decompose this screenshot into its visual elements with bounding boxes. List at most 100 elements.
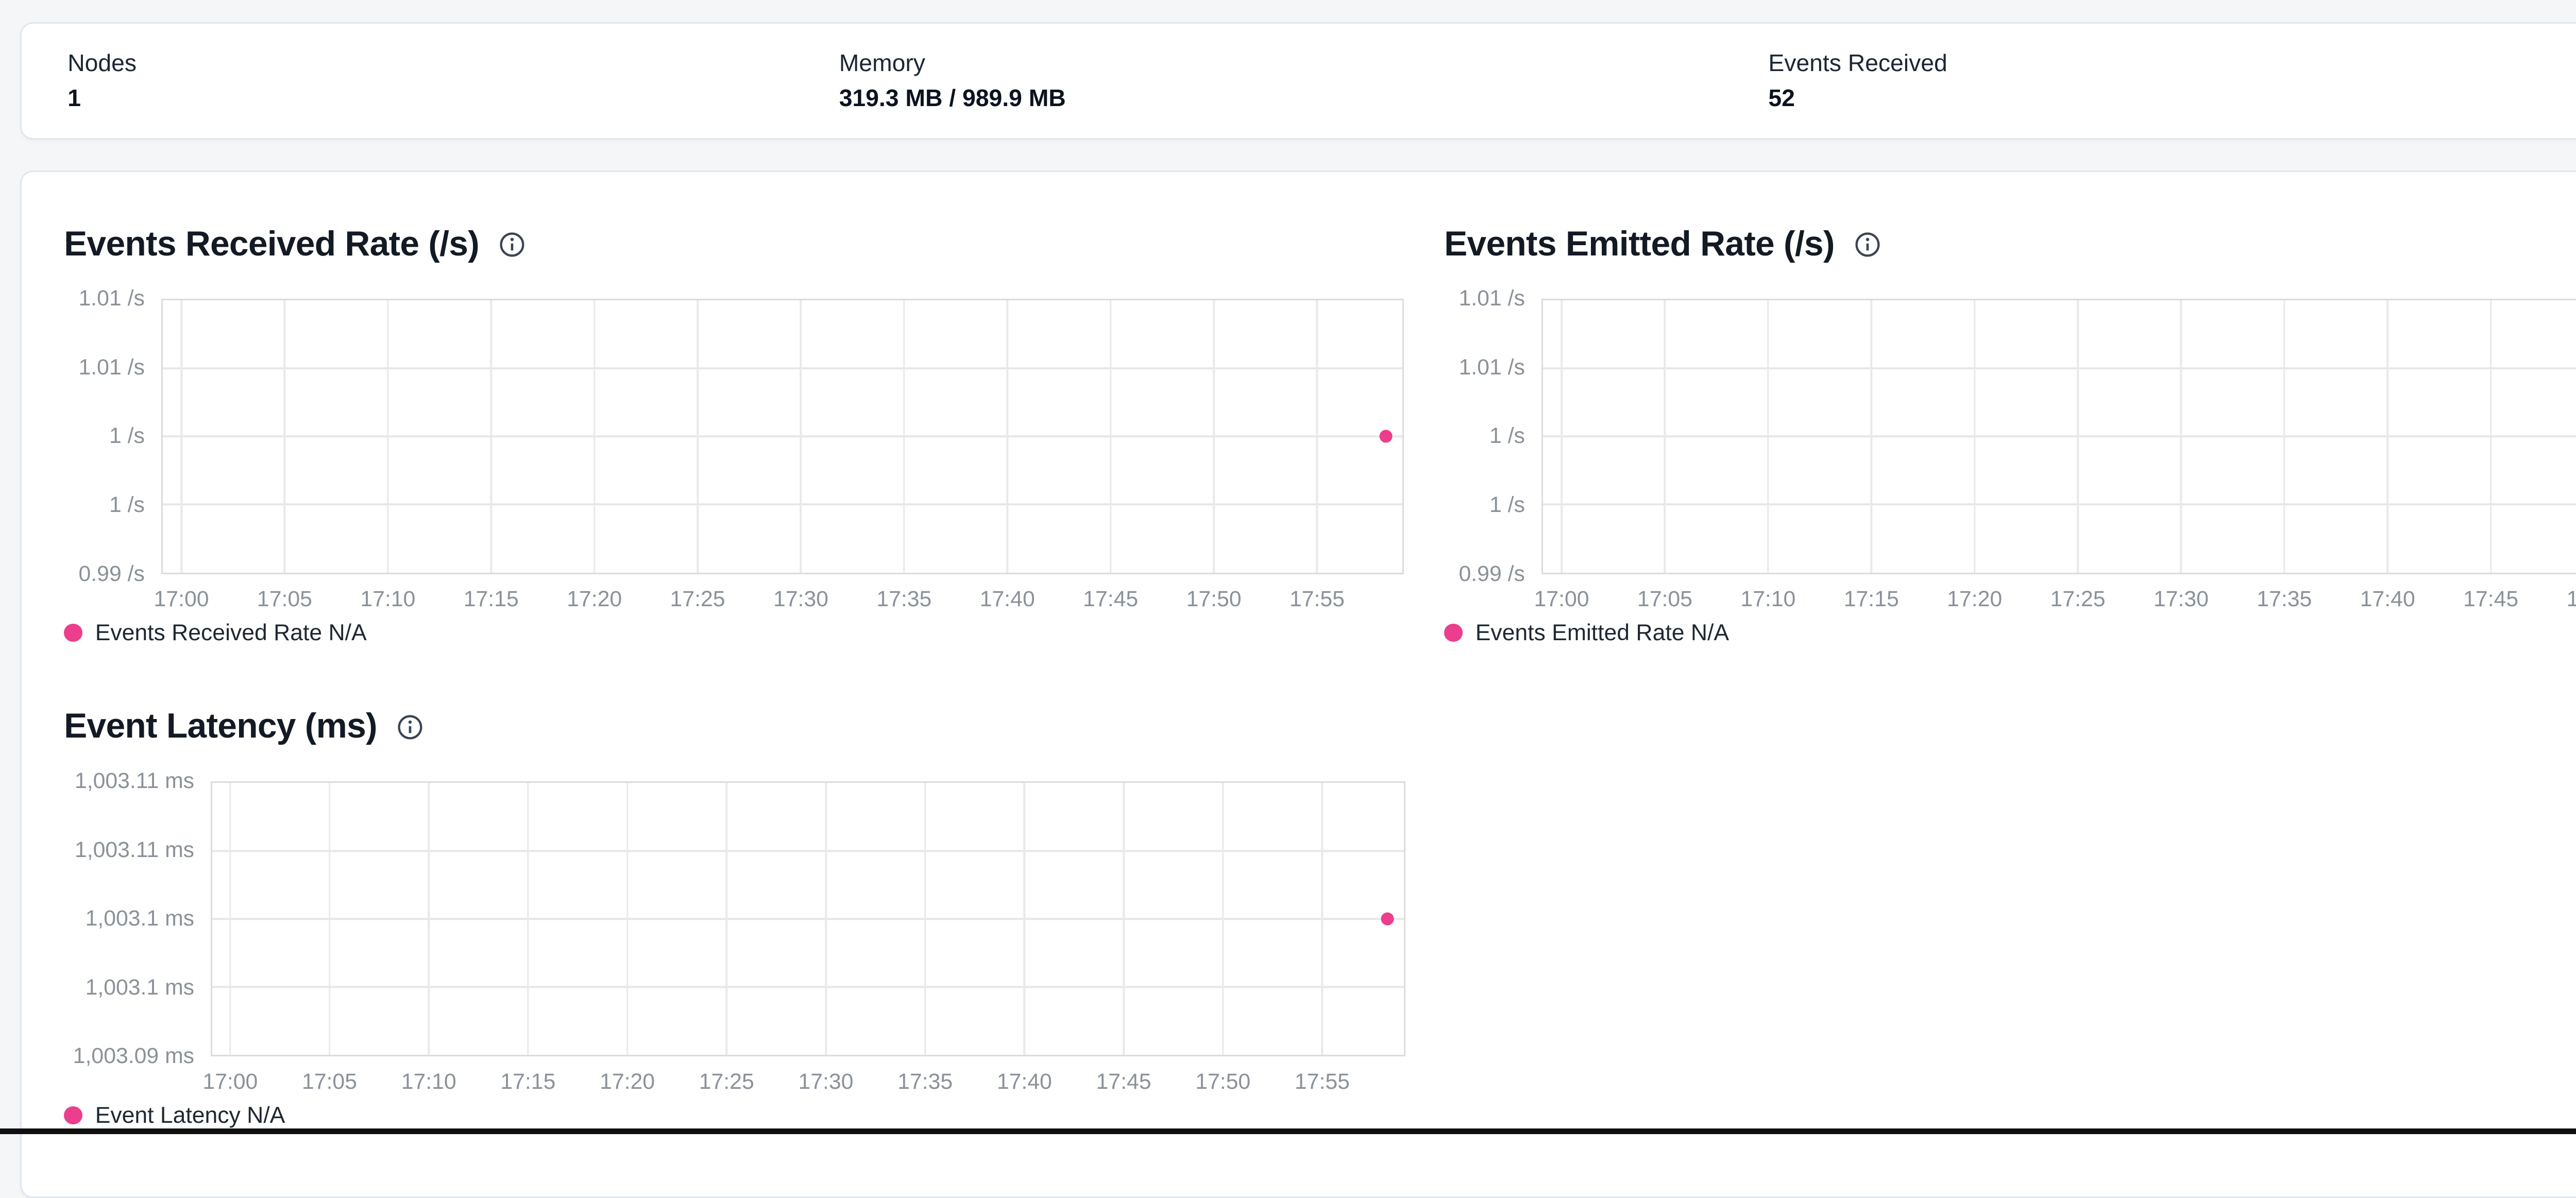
x-axis-tick-label: 17:30 xyxy=(798,1069,853,1095)
plot-grid[interactable]: 17:0017:0517:1017:1517:2017:2517:3017:35… xyxy=(211,781,1405,1056)
y-axis-tick-label: 1.01 /s xyxy=(1459,286,1525,312)
x-axis-tick-label: 17:15 xyxy=(500,1069,555,1095)
vertical-gridline xyxy=(329,783,331,1055)
stat-label: Nodes xyxy=(67,48,137,78)
horizontal-gridline xyxy=(1543,436,2576,438)
x-axis-tick-label: 17:25 xyxy=(2050,587,2106,612)
info-icon[interactable] xyxy=(397,714,423,740)
vertical-gridline xyxy=(428,783,430,1055)
stat-value: 52 xyxy=(1768,83,1947,113)
data-point[interactable] xyxy=(1380,430,1393,443)
y-axis-tick-label: 1 /s xyxy=(109,492,145,518)
x-axis-tick-label: 17:05 xyxy=(1637,587,1692,612)
x-axis-tick-label: 17:15 xyxy=(464,587,519,612)
vertical-gridline xyxy=(1870,300,1872,572)
vertical-gridline xyxy=(1767,300,1769,572)
stat-value: 1 xyxy=(67,83,137,113)
stat-events-received: Events Received 52 xyxy=(1768,48,1947,113)
plot-grid[interactable]: 17:0017:0517:1017:1517:2017:2517:3017:35… xyxy=(1541,299,2576,574)
vertical-gridline xyxy=(1664,300,1666,572)
chart-plot-area[interactable]: 1,003.11 ms1,003.11 ms1,003.1 ms1,003.1 … xyxy=(64,781,1444,1056)
vertical-gridline xyxy=(527,783,529,1055)
y-axis: 1,003.11 ms1,003.11 ms1,003.1 ms1,003.1 … xyxy=(64,781,194,1056)
stat-value: 319.3 MB / 989.9 MB xyxy=(839,83,1066,113)
vertical-gridline xyxy=(1213,300,1215,572)
x-axis-tick-label: 17:10 xyxy=(401,1069,456,1095)
x-axis-tick-label: 17:10 xyxy=(1740,587,1795,612)
y-axis-tick-label: 1,003.1 ms xyxy=(86,906,195,932)
charts-panel: Events Received Rate (/s) 1.01 /s1.01 /s… xyxy=(20,170,2576,1198)
horizontal-gridline xyxy=(163,367,1402,369)
vertical-gridline xyxy=(2490,300,2492,572)
info-icon[interactable] xyxy=(499,232,525,258)
horizontal-gridline xyxy=(163,504,1402,506)
x-axis-tick-label: 17:05 xyxy=(302,1069,357,1095)
y-axis-tick-label: 1.01 /s xyxy=(1459,355,1525,381)
y-axis-tick-label: 1 /s xyxy=(109,423,145,449)
x-axis-tick-label: 17:25 xyxy=(699,1069,754,1095)
stat-label: Memory xyxy=(839,48,1066,78)
vertical-gridline xyxy=(180,300,182,572)
chart-plot-area[interactable]: 1.01 /s1.01 /s1 /s1 /s0.99 /s 17:0017:05… xyxy=(64,299,1444,574)
chart-legend[interactable]: Events Received Rate N/A xyxy=(64,618,1444,647)
x-axis-tick-label: 17:20 xyxy=(567,587,622,612)
vertical-gridline xyxy=(1974,300,1976,572)
vertical-gridline xyxy=(2077,300,2079,572)
chart-events-emitted-rate: Events Emitted Rate (/s) 1.01 /s1.01 /s1… xyxy=(1444,222,2576,648)
vertical-gridline xyxy=(2386,300,2388,572)
y-axis-tick-label: 1.01 /s xyxy=(79,355,145,381)
legend-label: Event Latency N/A xyxy=(95,1102,285,1129)
x-axis-tick-label: 17:45 xyxy=(2463,587,2518,612)
vertical-gridline xyxy=(229,783,231,1055)
vertical-gridline xyxy=(800,300,802,572)
vertical-gridline xyxy=(2180,300,2182,572)
x-axis-tick-label: 17:30 xyxy=(773,587,828,612)
x-axis-tick-label: 17:55 xyxy=(1295,1069,1350,1095)
y-axis: 1.01 /s1.01 /s1 /s1 /s0.99 /s xyxy=(64,299,145,574)
x-axis-tick-label: 17:00 xyxy=(202,1069,258,1095)
x-axis-tick-label: 17:45 xyxy=(1096,1069,1151,1095)
chart-legend[interactable]: Events Emitted Rate N/A xyxy=(1444,618,2576,647)
vertical-gridline xyxy=(1123,783,1125,1055)
x-axis-tick-label: 17:10 xyxy=(360,587,415,612)
info-icon[interactable] xyxy=(1855,232,1880,258)
vertical-gridline xyxy=(2283,300,2285,572)
stat-memory: Memory 319.3 MB / 989.9 MB xyxy=(839,48,1066,113)
x-axis-tick-label: 17:35 xyxy=(897,1069,953,1095)
x-axis-tick-label: 17:45 xyxy=(1083,587,1138,612)
x-axis-tick-label: 17:40 xyxy=(2360,587,2415,612)
y-axis-tick-label: 1.01 /s xyxy=(79,286,145,312)
y-axis-tick-label: 1,003.11 ms xyxy=(75,837,194,863)
legend-series-dot xyxy=(64,624,82,642)
chart-title: Event Latency (ms) xyxy=(64,704,377,748)
y-axis: 1.01 /s1.01 /s1 /s1 /s0.99 /s xyxy=(1444,299,1525,574)
x-axis-tick-label: 17:50 xyxy=(1187,587,1242,612)
x-axis-tick-label: 17:50 xyxy=(1195,1069,1250,1095)
vertical-gridline xyxy=(697,300,699,572)
vertical-gridline xyxy=(1006,300,1008,572)
chart-legend[interactable]: Event Latency N/A xyxy=(64,1101,1444,1130)
y-axis-tick-label: 1,003.11 ms xyxy=(75,768,194,794)
plot-grid[interactable]: 17:0017:0517:1017:1517:2017:2517:3017:35… xyxy=(161,299,1404,574)
x-axis-tick-label: 17:15 xyxy=(1844,587,1899,612)
horizontal-gridline xyxy=(163,436,1402,438)
vertical-gridline xyxy=(924,783,926,1055)
vertical-gridline xyxy=(1024,783,1026,1055)
vertical-gridline xyxy=(725,783,727,1055)
x-axis-tick-label: 17:00 xyxy=(1534,587,1589,612)
stats-summary-bar: Nodes 1 Memory 319.3 MB / 989.9 MB Event… xyxy=(20,22,2576,140)
y-axis-tick-label: 0.99 /s xyxy=(1459,561,1525,587)
horizontal-gridline xyxy=(212,986,1404,988)
chart-plot-area[interactable]: 1.01 /s1.01 /s1 /s1 /s0.99 /s 17:0017:05… xyxy=(1444,299,2576,574)
vertical-gridline xyxy=(1561,300,1563,572)
stat-label: Events Received xyxy=(1768,48,1947,78)
x-axis-tick-label: 17:35 xyxy=(876,587,931,612)
data-point[interactable] xyxy=(1381,913,1394,926)
vertical-gridline xyxy=(903,300,905,572)
chart-events-received-rate: Events Received Rate (/s) 1.01 /s1.01 /s… xyxy=(64,222,1444,648)
y-axis-tick-label: 1,003.09 ms xyxy=(73,1044,194,1070)
vertical-gridline xyxy=(1110,300,1112,572)
vertical-gridline xyxy=(594,300,596,572)
vertical-gridline xyxy=(1321,783,1324,1055)
x-axis-tick-label: 17:30 xyxy=(2154,587,2209,612)
